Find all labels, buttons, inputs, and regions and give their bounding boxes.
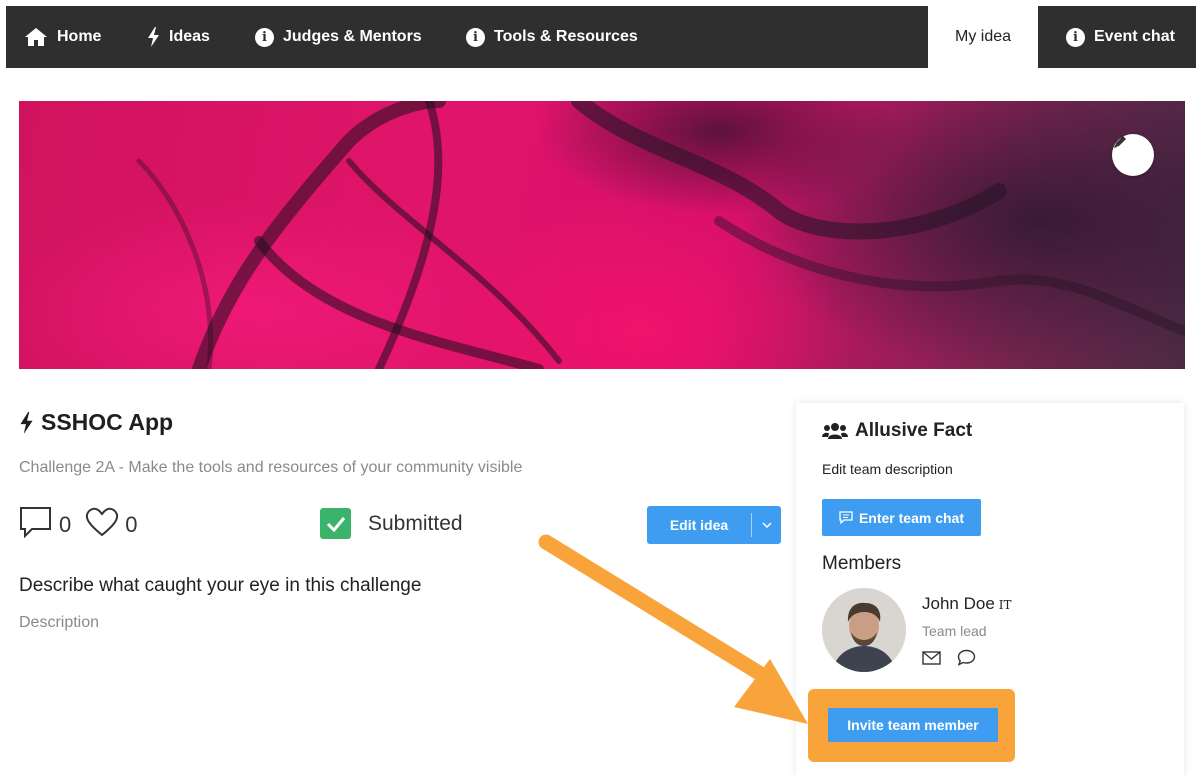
nav-judges-mentors[interactable]: i Judges & Mentors (255, 6, 422, 68)
question-heading: Describe what caught your eye in this ch… (19, 575, 422, 596)
checkmark-icon (320, 508, 351, 539)
idea-challenge: Challenge 2A - Make the tools and resour… (19, 459, 523, 476)
smoke-decoration (136, 101, 1185, 369)
member-actions (922, 649, 992, 666)
nav-my-idea-label: My idea (954, 28, 1012, 45)
idea-cover-image (19, 101, 1185, 369)
member-name-text: John Doe (922, 594, 995, 613)
info-icon: i (1066, 27, 1085, 47)
info-icon: i (255, 27, 274, 47)
edit-idea-button[interactable]: Edit idea (647, 506, 781, 544)
status-badge: Submitted (320, 508, 463, 539)
top-navigation: Home Ideas i Judges & Mentors i Tools & … (6, 6, 1196, 68)
members-heading: Members (822, 553, 902, 574)
enter-team-chat-button[interactable]: Enter team chat (822, 499, 981, 536)
home-icon (24, 27, 48, 47)
comment-count: 0 (59, 512, 72, 537)
member-role: Team lead (922, 623, 987, 639)
heart-icon[interactable] (85, 507, 119, 543)
member-country: IT (998, 598, 1012, 612)
enter-team-chat-label: Enter team chat (858, 509, 965, 526)
bolt-icon (147, 27, 160, 47)
mail-icon[interactable] (922, 650, 941, 665)
users-icon (822, 422, 848, 440)
bolt-icon (19, 411, 34, 434)
invite-team-member-button[interactable]: Invite team member (828, 708, 998, 742)
chevron-down-icon[interactable] (752, 522, 781, 528)
nav-event-chat-label: Event chat (1094, 28, 1175, 45)
edit-cover-button[interactable] (1112, 134, 1154, 176)
chat-icon (839, 511, 853, 524)
nav-home-label: Home (57, 28, 102, 45)
info-icon: i (466, 27, 485, 47)
nav-my-idea[interactable]: My idea (928, 6, 1038, 68)
message-icon[interactable] (957, 649, 976, 666)
idea-title-text: SSHOC App (41, 409, 174, 435)
like-count: 0 (125, 512, 138, 537)
edit-idea-label: Edit idea (669, 517, 729, 533)
nav-tools-resources[interactable]: i Tools & Resources (466, 6, 638, 68)
question-description[interactable]: Description (19, 614, 99, 632)
avatar[interactable] (822, 588, 906, 672)
nav-ideas-label: Ideas (169, 28, 210, 45)
status-text: Submitted (368, 511, 463, 535)
nav-judges-label: Judges & Mentors (283, 28, 422, 45)
member-name: John Doe IT (922, 594, 1012, 614)
team-name-text: Allusive Fact (855, 420, 973, 441)
edit-team-description-link[interactable]: Edit team description (822, 461, 953, 477)
nav-home[interactable]: Home (24, 6, 101, 68)
idea-stats: 0 0 (19, 506, 152, 544)
nav-event-chat[interactable]: i Event chat (1066, 6, 1175, 68)
idea-title: SSHOC App (19, 409, 173, 436)
team-name: Allusive Fact (822, 420, 972, 442)
nav-ideas[interactable]: Ideas (147, 6, 210, 68)
comment-icon[interactable] (19, 506, 53, 544)
nav-tools-label: Tools & Resources (494, 28, 638, 45)
